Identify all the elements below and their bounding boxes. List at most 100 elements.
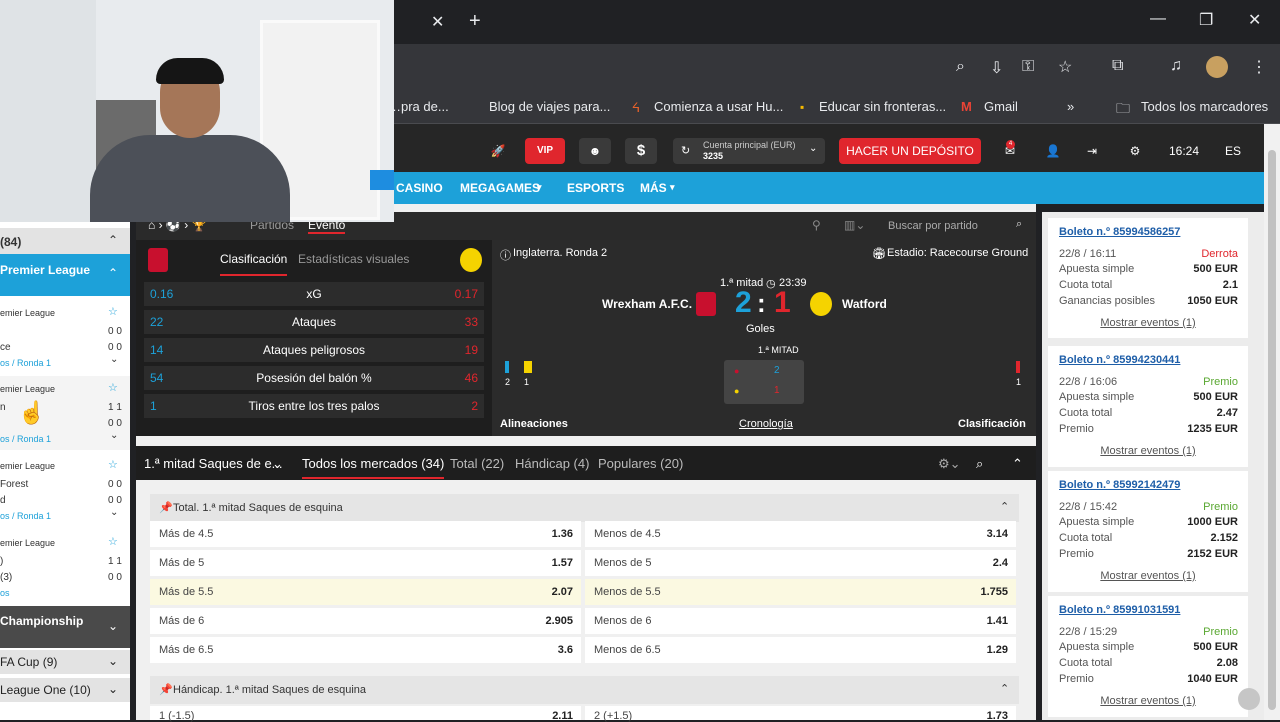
all-bookmarks[interactable]: Todos los marcadores (1141, 99, 1268, 114)
deposit-button[interactable]: HACER UN DEPÓSITO (839, 138, 981, 164)
odd-cell[interactable]: Menos de 5.5 1.755 (585, 579, 1016, 605)
odd-cell[interactable]: Más de 4.5 1.36 (150, 521, 581, 547)
bookmark-1[interactable]: …pra de... (388, 99, 449, 114)
stadium-label[interactable]: Estadio: Racecourse Ground (887, 247, 1028, 259)
nav-esports[interactable]: ESPORTS (567, 181, 624, 195)
tab-handicap[interactable]: Hándicap (4) (515, 456, 589, 471)
account-selector[interactable]: ↻ Cuenta principal (EUR) 3235 ⌄ (673, 138, 825, 164)
user-icon[interactable]: 👤 (1035, 138, 1071, 164)
vip-button[interactable]: VIP (525, 138, 565, 164)
ticket-id-link[interactable]: Boleto n.º 85994586257 (1059, 226, 1180, 238)
collapse-icon[interactable]: ⌃ (1012, 456, 1023, 472)
timeline-link[interactable]: Cronología (739, 418, 793, 430)
time-selector[interactable]: 16:24 (1162, 138, 1206, 164)
ticket-id-link[interactable]: Boleto n.º 85992142479 (1059, 479, 1180, 491)
search-input[interactable]: Buscar por partido ⌕ (880, 216, 1030, 236)
media-icon[interactable]: ♫ (1170, 57, 1182, 75)
star-icon[interactable]: ☆ (108, 458, 118, 471)
odd-cell[interactable]: Más de 5.5 2.07 (150, 579, 581, 605)
close-window-icon[interactable]: ✕ (1248, 10, 1261, 30)
close-tab-icon[interactable]: ✕ (431, 12, 444, 32)
pin-icon[interactable]: ⚲ (812, 218, 821, 232)
sidebar-league-championship[interactable]: Championship ⌄ (0, 606, 130, 648)
tab-visual-stats[interactable]: Estadísticas visuales (298, 252, 409, 266)
rocket-icon[interactable]: 🚀 (484, 138, 512, 164)
chevron-up-icon[interactable]: ⌃ (1000, 500, 1009, 513)
gear-icon[interactable]: ⚙ (1116, 138, 1154, 164)
new-tab-icon[interactable]: + (469, 10, 481, 33)
zoom-icon[interactable]: ⌕ (956, 58, 965, 76)
install-icon[interactable]: ⇩ (990, 58, 1003, 78)
odd-cell[interactable]: Más de 6 2.905 (150, 608, 581, 634)
scrollbar-thumb[interactable] (1268, 150, 1276, 710)
bookmark-2[interactable]: Blog de viajes para... (489, 99, 610, 114)
tab-classification[interactable]: Clasificación (220, 252, 288, 276)
chevron-up-icon[interactable]: ⌃ (1000, 682, 1009, 695)
dollar-icon[interactable]: $ (625, 138, 657, 164)
sidebar-match[interactable]: emier League ☆) 1 1 (3) 0 0 os (0, 530, 130, 604)
match-link[interactable]: os (0, 588, 10, 598)
star-icon[interactable]: ☆ (108, 305, 118, 318)
nav-more[interactable]: MÁS (640, 181, 667, 195)
odd-cell[interactable]: Más de 6.5 3.6 (150, 637, 581, 663)
standings-button[interactable]: Clasificación (958, 418, 1026, 430)
ticket-id-link[interactable]: Boleto n.º 85991031591 (1059, 604, 1180, 616)
bookmark-4[interactable]: Educar sin fronteras... (819, 99, 946, 114)
tab-total[interactable]: Total (22) (450, 456, 504, 471)
nav-casino[interactable]: CASINO (396, 181, 443, 195)
language-selector[interactable]: ES (1218, 138, 1248, 164)
goals-dropdown[interactable]: Goles (746, 323, 775, 335)
market-section-header[interactable]: 📌 Hándicap. 1.ª mitad Saques de esquina … (150, 676, 1019, 704)
extensions-icon[interactable]: ⧉ (1112, 57, 1123, 75)
logout-icon[interactable]: ⇥ (1078, 138, 1106, 164)
show-events-link[interactable]: Mostrar eventos (1) (1048, 695, 1248, 707)
tab-popular[interactable]: Populares (20) (598, 456, 683, 471)
key-icon[interactable]: ⚿ (1022, 58, 1034, 76)
odd-cell[interactable]: 2 (+1.5) 1.73 (585, 706, 1016, 722)
show-events-link[interactable]: Mostrar eventos (1) (1048, 445, 1248, 457)
star-icon[interactable]: ☆ (108, 535, 118, 548)
show-events-link[interactable]: Mostrar eventos (1) (1048, 317, 1248, 329)
gear-icon[interactable]: ⚙⌄ (938, 456, 961, 472)
more-bookmarks[interactable]: » (1067, 99, 1074, 114)
restore-icon[interactable]: ❐ (1199, 10, 1213, 30)
sidebar-match[interactable]: emier League ☆ 0 0 ce 0 0 os / Ronda 1 ⌄ (0, 300, 130, 374)
nav-megagames[interactable]: MEGAGAMES (460, 181, 540, 195)
avatar[interactable] (1206, 56, 1228, 78)
match-link[interactable]: os / Ronda 1 (0, 358, 51, 368)
sidebar-league-facup[interactable]: FA Cup (9) ⌄ (0, 650, 130, 674)
match-link[interactable]: os / Ronda 1 (0, 511, 51, 521)
sidebar-match[interactable]: emier League ☆ Forest 0 0 d 0 0 os / Ronda 1 ⌄ (0, 453, 130, 527)
sidebar-count-header[interactable]: (84) ⌃ (0, 228, 130, 254)
odd-cell[interactable]: Menos de 6 1.41 (585, 608, 1016, 634)
search-icon[interactable]: ⌕ (976, 456, 983, 472)
search-icon[interactable]: ⌕ (1016, 218, 1022, 231)
lineups-button[interactable]: Alineaciones (500, 418, 568, 430)
bookmark-3[interactable]: Comienza a usar Hu... (654, 99, 783, 114)
odd-cell[interactable]: 1 (-1.5) 2.11 (150, 706, 581, 722)
chart-icon[interactable]: ▥⌄ (844, 218, 865, 232)
odd-cell[interactable]: Más de 5 1.57 (150, 550, 581, 576)
star-icon[interactable]: ☆ (1058, 57, 1072, 77)
odd-cell[interactable]: Menos de 6.5 1.29 (585, 637, 1016, 663)
pin-icon[interactable]: 📌 (159, 683, 173, 696)
sidebar-league-premier[interactable]: Premier League ⌃ (0, 254, 130, 296)
star-icon[interactable]: ☆ (108, 381, 118, 394)
menu-icon[interactable]: ⋮ (1251, 57, 1267, 77)
promo-icon[interactable]: ☻ (579, 138, 611, 164)
sidebar-league-leagueone[interactable]: League One (10) ⌄ (0, 678, 130, 702)
bet-ticket: Boleto n.º 85994230441 22/8 / 16:06 Premio… (1048, 346, 1248, 467)
ticket-value: 1050 EUR (1187, 295, 1238, 307)
tab-all-markets[interactable]: Todos los mercados (34) (302, 456, 445, 479)
odd-cell[interactable]: Menos de 5 2.4 (585, 550, 1016, 576)
market-section-header[interactable]: 📌 Total. 1.ª mitad Saques de esquina ⌃ (150, 494, 1019, 522)
bookmark-gmail[interactable]: Gmail (984, 99, 1018, 114)
pin-icon[interactable]: 📌 (159, 501, 173, 514)
support-chat-icon[interactable] (1238, 688, 1260, 710)
show-events-link[interactable]: Mostrar eventos (1) (1048, 570, 1248, 582)
minimize-icon[interactable]: — (1150, 10, 1166, 28)
match-link[interactable]: os / Ronda 1 (0, 434, 51, 444)
odd-cell[interactable]: Menos de 4.5 3.14 (585, 521, 1016, 547)
ticket-id-link[interactable]: Boleto n.º 85994230441 (1059, 354, 1180, 366)
market-selector[interactable]: 1.ª mitad Saques de e... (144, 456, 283, 471)
